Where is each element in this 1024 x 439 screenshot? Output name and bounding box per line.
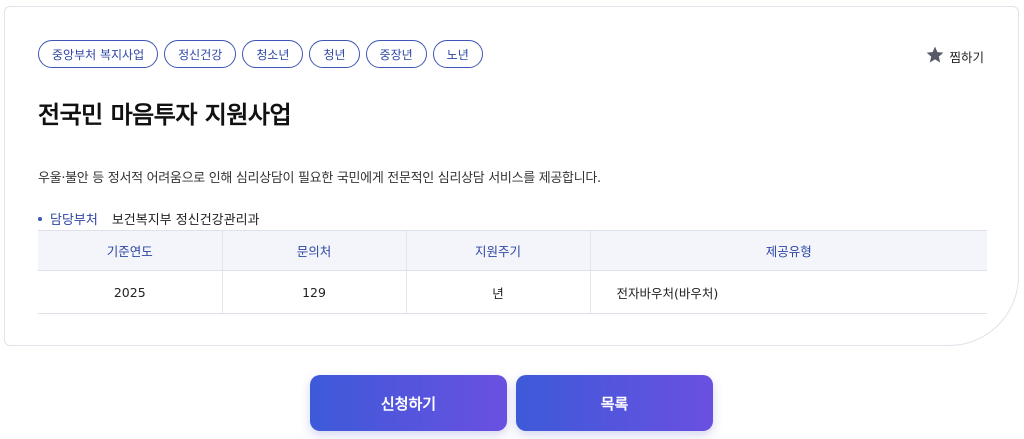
department-label: 담당부처 bbox=[50, 213, 98, 228]
tag-youth[interactable]: 청년 bbox=[309, 40, 360, 68]
favorite-button[interactable]: 찜하기 bbox=[925, 45, 984, 68]
bullet-icon bbox=[38, 216, 42, 221]
info-table: 기준연도 문의처 지원주기 제공유형 2025 129 년 전자바우처(바우처) bbox=[38, 230, 987, 314]
header-contact: 문의처 bbox=[221, 230, 406, 271]
tag-elderly[interactable]: 노년 bbox=[432, 40, 483, 68]
tag-central-welfare[interactable]: 중앙부처 복지사업 bbox=[38, 40, 159, 68]
cell-contact: 129 bbox=[221, 270, 406, 314]
department-info: 담당부처 보건복지부 정신건강관리과 bbox=[38, 209, 260, 228]
page-title: 전국민 마음투자 지원사업 bbox=[38, 101, 292, 129]
apply-button[interactable]: 신청하기 bbox=[310, 375, 507, 431]
cell-support-cycle: 년 bbox=[405, 270, 590, 314]
category-tags: 중앙부처 복지사업 정신건강 청소년 청년 중장년 노년 bbox=[38, 40, 483, 68]
action-buttons: 신청하기 목록 bbox=[310, 375, 713, 431]
service-description: 우울·불안 등 정서적 어려움으로 인해 심리상담이 필요한 국민에게 전문적인… bbox=[38, 171, 601, 186]
tag-youth-teen[interactable]: 청소년 bbox=[242, 40, 304, 68]
star-icon bbox=[925, 45, 945, 68]
header-support-cycle: 지원주기 bbox=[405, 230, 590, 271]
header-base-year: 기준연도 bbox=[38, 230, 222, 271]
table-row: 2025 129 년 전자바우처(바우처) bbox=[38, 270, 987, 314]
department-value: 보건복지부 정신건강관리과 bbox=[111, 213, 260, 228]
cell-base-year: 2025 bbox=[38, 270, 222, 314]
favorite-label: 찜하기 bbox=[949, 50, 984, 65]
header-provision-type: 제공유형 bbox=[589, 230, 987, 271]
tag-mental-health[interactable]: 정신건강 bbox=[164, 40, 237, 68]
service-detail-card: 중앙부처 복지사업 정신건강 청소년 청년 중장년 노년 찜하기 전국민 마음투… bbox=[4, 6, 1019, 346]
cell-provision-type: 전자바우처(바우처) bbox=[589, 270, 987, 314]
table-header-row: 기준연도 문의처 지원주기 제공유형 bbox=[38, 230, 987, 271]
tag-middle-aged[interactable]: 중장년 bbox=[365, 40, 427, 68]
list-button[interactable]: 목록 bbox=[516, 375, 713, 431]
